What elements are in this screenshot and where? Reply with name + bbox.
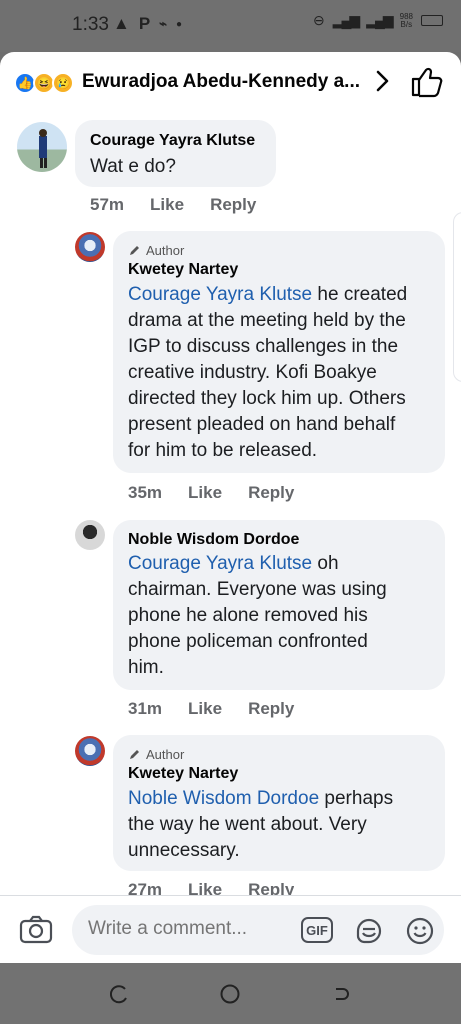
like-link[interactable]: Like [188,483,222,503]
comment-box[interactable]: GIF [72,905,444,955]
like-link[interactable]: Like [188,699,222,719]
like-link[interactable]: Like [188,880,222,895]
do-not-disturb-icon: ⊖ [313,12,325,28]
pencil-icon [130,750,139,759]
dot-icon: ● [176,18,183,30]
gif-button[interactable]: GIF [301,917,333,943]
comments-sheet: 👍 😆 😢 Ewuradjoa Abedu-Kennedy a... Coura… [0,52,461,963]
comment-time: 31m [128,699,163,718]
parking-icon: P [138,14,151,33]
avatar[interactable] [75,520,105,550]
clock: 1:33 [72,14,109,35]
adjacent-panel-edge [453,212,461,382]
comment-meta: 27m Like Reply [128,880,294,895]
net-speed: 988 B/s [399,11,413,29]
reply-text: Courage Yayra Klutse oh chairman. Everyo… [128,553,387,678]
avatar[interactable] [17,122,67,172]
recent-apps-icon[interactable] [108,983,130,1005]
emoji-icon[interactable] [405,916,435,946]
sad-reaction-icon: 😢 [52,72,74,94]
signal-icon-2: ▂▄▆ [366,12,393,28]
sticker-icon[interactable] [354,916,384,946]
battery-icon [421,15,443,26]
comment-time: 35m [128,483,163,502]
person-photo [39,129,47,168]
warning-icon: ▲ [113,14,130,33]
gamepad-icon: ⌁ [159,16,167,31]
reply-link[interactable]: Reply [210,195,256,215]
sheet-header: 👍 😆 😢 Ewuradjoa Abedu-Kennedy a... [0,52,461,114]
comment-meta: 57m Like Reply [90,195,256,215]
like-link[interactable]: Like [150,195,184,215]
system-nav-bar [0,963,461,1024]
comment-meta: 31m Like Reply [128,699,294,719]
commenter-name[interactable]: Kwetey Nartey [128,765,238,783]
reply-bubble[interactable]: Author Kwetey Nartey Courage Yayra Kluts… [113,231,445,473]
comment-time: 27m [128,880,163,895]
avatar[interactable] [75,232,105,262]
reply-link[interactable]: Reply [248,483,294,503]
commenter-name[interactable]: Kwetey Nartey [128,261,238,279]
signal-icon: ▂▄▆ [332,12,360,28]
like-button-icon[interactable] [410,66,444,98]
reply-bubble[interactable]: Author Kwetey Nartey Noble Wisdom Dordoe… [113,735,445,871]
reactors-title[interactable]: Ewuradjoa Abedu-Kennedy a... [82,71,362,93]
comment-bubble[interactable]: Courage Yayra Klutse Wat e do? [75,120,276,187]
commenter-name[interactable]: Courage Yayra Klutse [90,132,255,150]
commenter-name[interactable]: Noble Wisdom Dordoe [128,531,299,549]
camera-icon[interactable] [19,913,53,945]
reaction-summary[interactable]: 👍 😆 😢 [14,72,78,94]
home-icon[interactable] [219,983,241,1005]
reply-text: Courage Yayra Klutse he created drama at… [128,284,408,461]
chevron-right-icon[interactable] [368,64,396,98]
avatar[interactable] [75,736,105,766]
author-badge: Author [128,243,184,258]
back-icon[interactable] [331,983,353,1005]
status-bar: 1:33 ▲ P ⌁ ● ⊖ ▂▄▆ ▂▄▆ 988 B/s [0,0,461,52]
mention-link[interactable]: Noble Wisdom Dordoe [128,788,319,809]
comment-meta: 35m Like Reply [128,483,294,503]
comment-composer: GIF [0,895,461,963]
mention-link[interactable]: Courage Yayra Klutse [128,553,312,574]
reply-text: Noble Wisdom Dordoe perhaps the way he w… [128,788,394,861]
comment-text: Wat e do? [90,156,176,177]
reply-link[interactable]: Reply [248,699,294,719]
reply-bubble[interactable]: Noble Wisdom Dordoe Courage Yayra Klutse… [113,520,445,690]
pencil-icon [130,246,139,255]
comment-time: 57m [90,195,125,214]
author-badge: Author [128,747,184,762]
comment-input[interactable] [88,918,288,940]
mention-link[interactable]: Courage Yayra Klutse [128,284,312,305]
reply-link[interactable]: Reply [248,880,294,895]
